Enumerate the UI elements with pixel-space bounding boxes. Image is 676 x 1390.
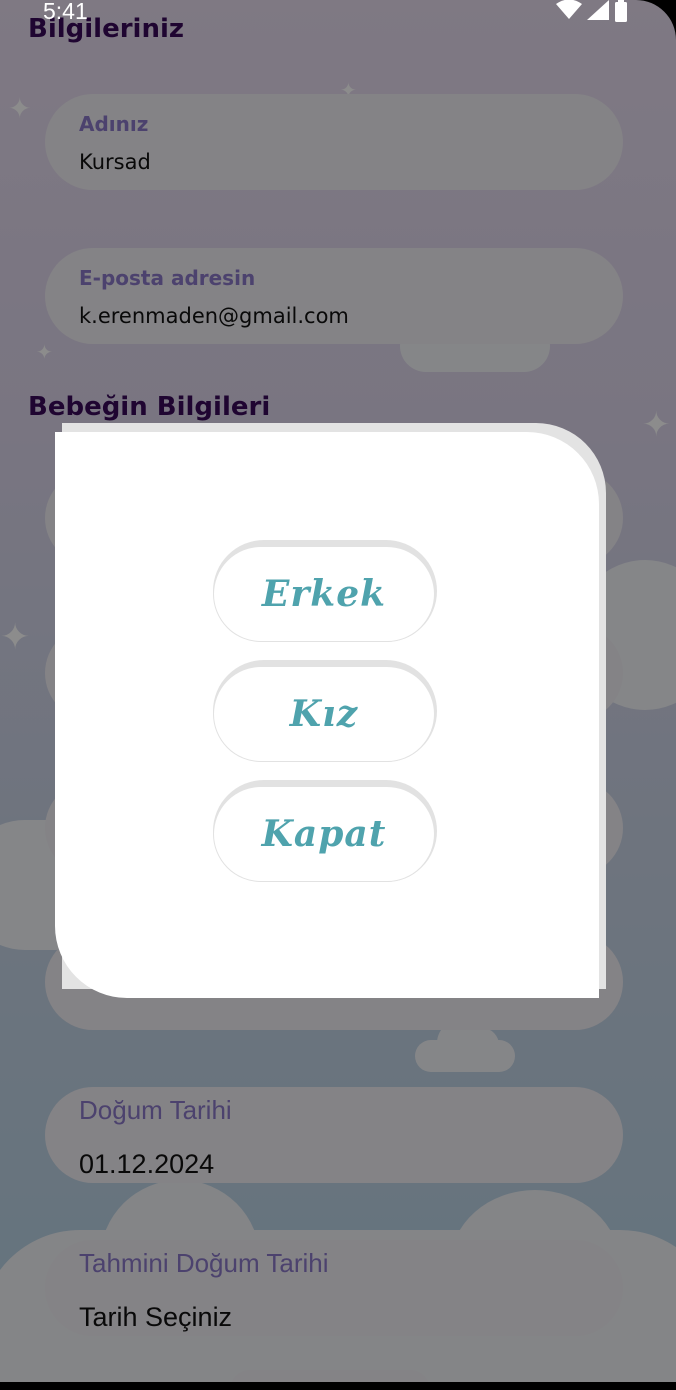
wifi-icon	[556, 0, 582, 19]
option-female-button[interactable]: Kız	[213, 660, 437, 762]
signal-icon	[587, 0, 609, 20]
bottom-bar	[0, 1382, 676, 1390]
gender-dialog: Erkek Kız Kapat	[55, 432, 599, 998]
option-male-label: Erkek	[213, 546, 435, 642]
status-time: 5:41	[43, 0, 88, 24]
close-button-label: Kapat	[213, 786, 435, 882]
option-female-label: Kız	[213, 666, 435, 762]
battery-icon	[615, 0, 627, 22]
status-icons	[556, 0, 628, 22]
option-male-button[interactable]: Erkek	[213, 540, 437, 642]
status-bar: 5:41	[0, 0, 676, 28]
close-button[interactable]: Kapat	[213, 780, 437, 882]
